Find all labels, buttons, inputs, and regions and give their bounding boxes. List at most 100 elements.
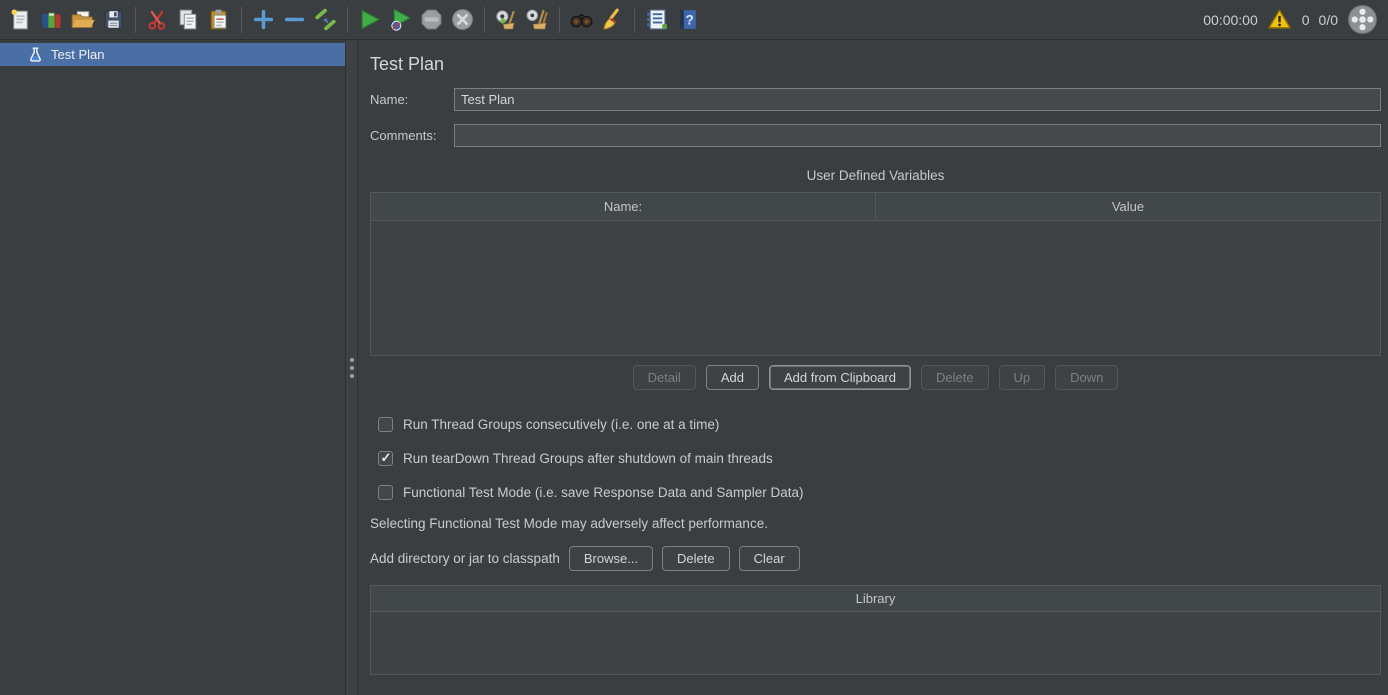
toggle-icon (313, 7, 338, 32)
toolbar: ? 00:00:00 0 0/0 (0, 0, 1388, 40)
svg-text:?: ? (685, 13, 693, 28)
clear-all-button[interactable] (522, 4, 553, 35)
udv-buttons-row: Detail Add Add from Clipboard Delete Up … (370, 365, 1381, 390)
search-button[interactable] (566, 4, 597, 35)
tree-item-test-plan[interactable]: Test Plan (0, 43, 345, 66)
clear-button[interactable] (491, 4, 522, 35)
udv-column-name: Name: (371, 193, 876, 220)
clear-classpath-button[interactable]: Clear (739, 546, 800, 571)
udv-table[interactable]: Name: Value (370, 192, 1381, 356)
up-button[interactable]: Up (999, 365, 1046, 390)
name-row: Name: (370, 88, 1381, 111)
search-icon (569, 7, 594, 32)
app-body: Test Plan Test Plan Name: Comments: User… (0, 40, 1388, 695)
functional-mode-label: Functional Test Mode (i.e. save Response… (403, 485, 803, 500)
test-plan-icon (28, 47, 43, 62)
toolbar-separator (484, 7, 485, 33)
error-count: 0 (1302, 12, 1310, 28)
collapse-all-button[interactable] (279, 4, 310, 35)
templates-button[interactable] (36, 4, 67, 35)
save-icon (101, 7, 126, 32)
splitter-grip-icon[interactable] (350, 358, 354, 378)
paste-button[interactable] (204, 4, 235, 35)
functional-mode-note: Selecting Functional Test Mode may adver… (370, 516, 1381, 531)
start-no-timers-icon (388, 7, 413, 32)
save-button[interactable] (98, 4, 129, 35)
functional-mode-checkbox[interactable] (378, 485, 393, 500)
run-teardown-label: Run tearDown Thread Groups after shutdow… (403, 451, 773, 466)
new-button[interactable] (5, 4, 36, 35)
search-reset-icon (600, 7, 625, 32)
udv-column-value: Value (876, 193, 1380, 220)
templates-icon (39, 7, 64, 32)
paste-icon (207, 7, 232, 32)
expand-all-icon (251, 7, 276, 32)
toolbar-status-area: 00:00:00 0 0/0 (1203, 4, 1378, 35)
add-from-clipboard-button[interactable]: Add from Clipboard (769, 365, 911, 390)
run-consecutively-option[interactable]: Run Thread Groups consecutively (i.e. on… (378, 417, 1381, 432)
warning-icon (1267, 7, 1292, 32)
toolbar-separator (347, 7, 348, 33)
function-helper-button[interactable] (641, 4, 672, 35)
down-button[interactable]: Down (1055, 365, 1118, 390)
toolbar-separator (559, 7, 560, 33)
function-helper-icon (644, 7, 669, 32)
page-title: Test Plan (370, 54, 1381, 75)
classpath-row: Add directory or jar to classpath Browse… (370, 546, 1381, 571)
detail-button[interactable]: Detail (633, 365, 696, 390)
clear-all-icon (525, 7, 550, 32)
comments-input[interactable] (454, 124, 1381, 147)
test-plan-editor: Test Plan Name: Comments: User Defined V… (358, 40, 1388, 695)
delete-variable-button[interactable]: Delete (921, 365, 989, 390)
name-input[interactable] (454, 88, 1381, 111)
shutdown-button[interactable] (447, 4, 478, 35)
cut-button[interactable] (142, 4, 173, 35)
test-plan-tree[interactable]: Test Plan (0, 40, 346, 695)
run-teardown-checkbox[interactable] (378, 451, 393, 466)
log-errors-button[interactable] (1267, 7, 1293, 33)
stop-icon (419, 7, 444, 32)
collapse-all-icon (282, 7, 307, 32)
run-teardown-option[interactable]: Run tearDown Thread Groups after shutdow… (378, 451, 1381, 466)
open-icon (70, 7, 95, 32)
toolbar-separator (634, 7, 635, 33)
help-button[interactable]: ? (672, 4, 703, 35)
open-button[interactable] (67, 4, 98, 35)
stop-button[interactable] (416, 4, 447, 35)
run-consecutively-checkbox[interactable] (378, 417, 393, 432)
help-icon: ? (675, 7, 700, 32)
copy-icon (176, 7, 201, 32)
wheel-icon (1347, 4, 1378, 35)
search-reset-button[interactable] (597, 4, 628, 35)
library-column-header: Library (371, 586, 1380, 612)
delete-classpath-button[interactable]: Delete (662, 546, 730, 571)
library-table-body[interactable] (371, 612, 1380, 674)
start-no-timers-button[interactable] (385, 4, 416, 35)
tree-splitter[interactable] (346, 40, 358, 695)
expand-all-button[interactable] (248, 4, 279, 35)
jmeter-window: ? 00:00:00 0 0/0 Test Plan Test Plan Nam… (0, 0, 1388, 695)
udv-title: User Defined Variables (370, 168, 1381, 183)
run-consecutively-label: Run Thread Groups consecutively (i.e. on… (403, 417, 719, 432)
library-table[interactable]: Library (370, 585, 1381, 675)
thread-count: 0/0 (1319, 12, 1338, 28)
new-icon (8, 7, 33, 32)
functional-mode-option[interactable]: Functional Test Mode (i.e. save Response… (378, 485, 1381, 500)
browse-button[interactable]: Browse... (569, 546, 653, 571)
toolbar-separator (135, 7, 136, 33)
copy-button[interactable] (173, 4, 204, 35)
comments-label: Comments: (370, 128, 454, 143)
udv-table-header: Name: Value (371, 193, 1380, 221)
toggle-button[interactable] (310, 4, 341, 35)
comments-row: Comments: (370, 124, 1381, 147)
clear-icon (494, 7, 519, 32)
shutdown-icon (450, 7, 475, 32)
start-button[interactable] (354, 4, 385, 35)
start-icon (357, 7, 382, 32)
name-label: Name: (370, 92, 454, 107)
elapsed-timer: 00:00:00 (1203, 12, 1258, 28)
add-button[interactable]: Add (706, 365, 759, 390)
cut-icon (145, 7, 170, 32)
classpath-label: Add directory or jar to classpath (370, 551, 560, 566)
tree-item-label: Test Plan (51, 47, 104, 62)
